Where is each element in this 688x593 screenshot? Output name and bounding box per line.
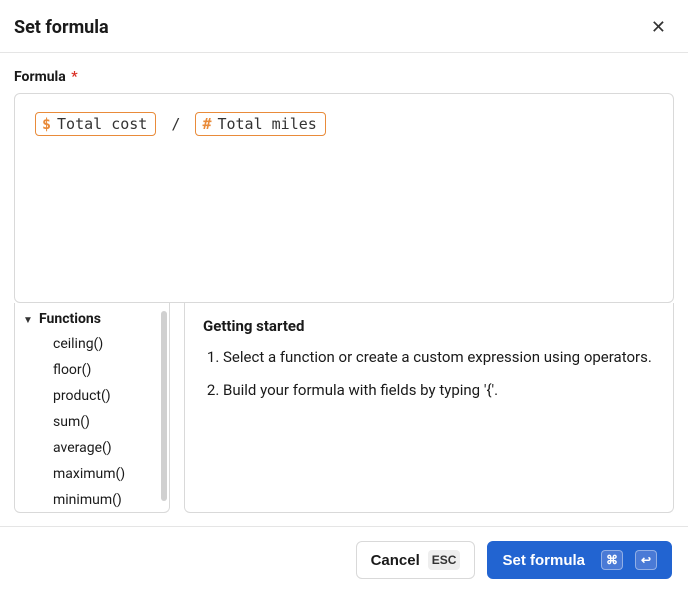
help-step: Build your formula with fields by typing… [223,380,655,401]
field-token-total-miles[interactable]: # Total miles [195,112,325,136]
function-item[interactable]: ceiling() [15,331,169,357]
formula-label: Formula * [14,69,674,85]
token-text: Total miles [217,115,316,133]
functions-header[interactable]: ▼ Functions [15,307,169,331]
required-asterisk: * [71,69,77,85]
submit-label: Set formula [502,552,585,569]
set-formula-dialog: Set formula ✕ Formula * $ Total cost / #… [0,0,688,593]
division-operator: / [165,115,186,133]
formula-label-text: Formula [14,69,66,85]
number-icon: # [202,115,211,133]
dialog-title: Set formula [14,17,109,38]
help-title: Getting started [203,317,655,335]
cancel-button[interactable]: Cancel ESC [356,541,476,579]
field-token-total-cost[interactable]: $ Total cost [35,112,156,136]
cancel-label: Cancel [371,552,420,569]
dialog-header: Set formula ✕ [0,0,688,52]
function-item[interactable]: average() [15,435,169,461]
set-formula-button[interactable]: Set formula ⌘ ↩ [487,541,672,579]
currency-icon: $ [42,115,51,133]
function-item[interactable]: sum() [15,409,169,435]
function-item[interactable]: maximum() [15,461,169,487]
shortcut-group: ⌘ ↩ [593,550,657,570]
cmd-key-badge: ⌘ [601,550,623,570]
function-item[interactable]: product() [15,383,169,409]
dialog-body: Formula * $ Total cost / # Total miles ▼… [0,53,688,513]
chevron-down-icon: ▼ [23,315,33,326]
token-text: Total cost [57,115,147,133]
function-item[interactable]: minimum() [15,487,169,512]
esc-key-badge: ESC [428,550,461,570]
enter-key-badge: ↩ [635,550,657,570]
help-steps: Select a function or create a custom exp… [203,347,655,401]
functions-panel: ▼ Functions ceiling() floor() product() … [14,303,170,513]
scrollbar-thumb[interactable] [161,311,167,501]
close-icon[interactable]: ✕ [647,14,670,40]
lower-panels: ▼ Functions ceiling() floor() product() … [14,303,674,513]
function-item[interactable]: floor() [15,357,169,383]
functions-header-text: Functions [39,311,101,327]
dialog-footer: Cancel ESC Set formula ⌘ ↩ [0,526,688,593]
help-panel: Getting started Select a function or cre… [184,303,674,513]
formula-input[interactable]: $ Total cost / # Total miles [14,93,674,303]
help-step: Select a function or create a custom exp… [223,347,655,368]
